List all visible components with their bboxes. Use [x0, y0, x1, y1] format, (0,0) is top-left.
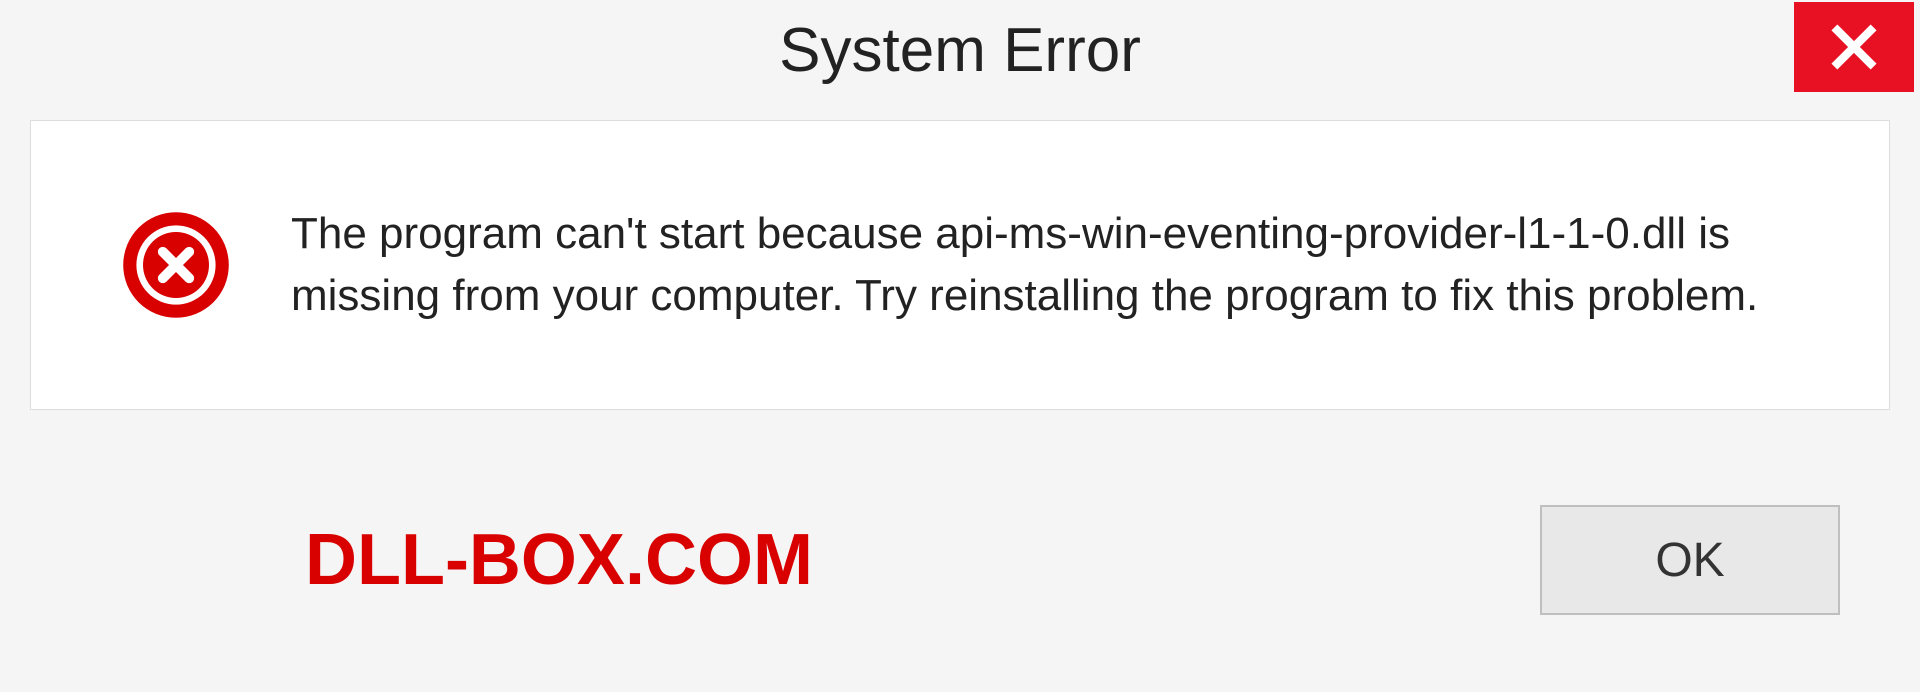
error-icon [121, 210, 231, 320]
ok-button[interactable]: OK [1540, 505, 1840, 615]
titlebar: System Error [0, 0, 1920, 120]
dialog-content: The program can't start because api-ms-w… [30, 120, 1890, 410]
close-button[interactable] [1794, 2, 1914, 92]
close-icon [1829, 22, 1879, 72]
watermark-text: DLL-BOX.COM [305, 519, 813, 601]
dialog-title: System Error [779, 15, 1141, 86]
error-message: The program can't start because api-ms-w… [291, 203, 1829, 326]
dialog-footer: DLL-BOX.COM OK [30, 440, 1890, 680]
